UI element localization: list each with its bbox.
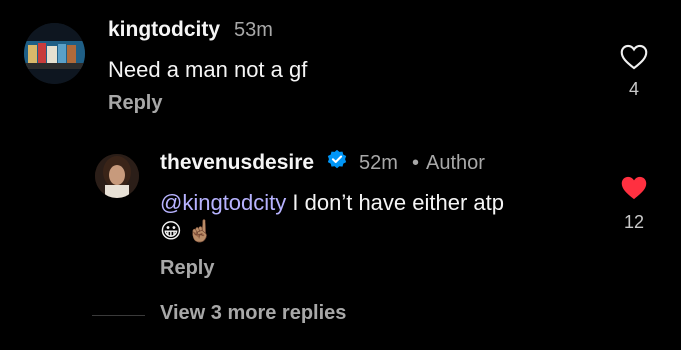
reply-text-line: @kingtodcity I don’t have either atp xyxy=(160,190,504,216)
grinning-face-emoji: 😀 xyxy=(160,220,182,243)
thread-divider xyxy=(92,315,145,316)
view-more-replies-button[interactable]: View 3 more replies xyxy=(160,302,346,325)
verified-badge-icon xyxy=(327,149,347,169)
like-heart-filled-icon[interactable] xyxy=(620,175,648,201)
reply-author-avatar[interactable] xyxy=(95,154,139,198)
reply-text: I don’t have either atp xyxy=(292,190,504,215)
commenter-avatar[interactable] xyxy=(24,23,85,84)
reply-timestamp: 52m xyxy=(359,152,398,174)
comment-text: Need a man not a gf xyxy=(108,57,308,82)
reply-like-count: 12 xyxy=(623,212,645,232)
reply-username[interactable]: thevenusdesire xyxy=(160,151,314,175)
avatar-image xyxy=(24,23,85,84)
comment-timestamp: 53m xyxy=(234,19,273,41)
like-heart-outline-icon[interactable] xyxy=(620,44,648,70)
comment-like-count: 4 xyxy=(628,79,639,99)
comment-reply-button[interactable]: Reply xyxy=(108,92,162,115)
avatar-image xyxy=(95,154,139,198)
meta-separator: • xyxy=(412,152,420,174)
commenter-username[interactable]: kingtodcity xyxy=(108,18,220,42)
mention-link[interactable]: @kingtodcity xyxy=(160,190,286,215)
author-tag: Author xyxy=(426,152,485,174)
reply-reply-button[interactable]: Reply xyxy=(160,257,214,280)
pointing-up-emoji: ☝🏽 xyxy=(187,220,214,243)
